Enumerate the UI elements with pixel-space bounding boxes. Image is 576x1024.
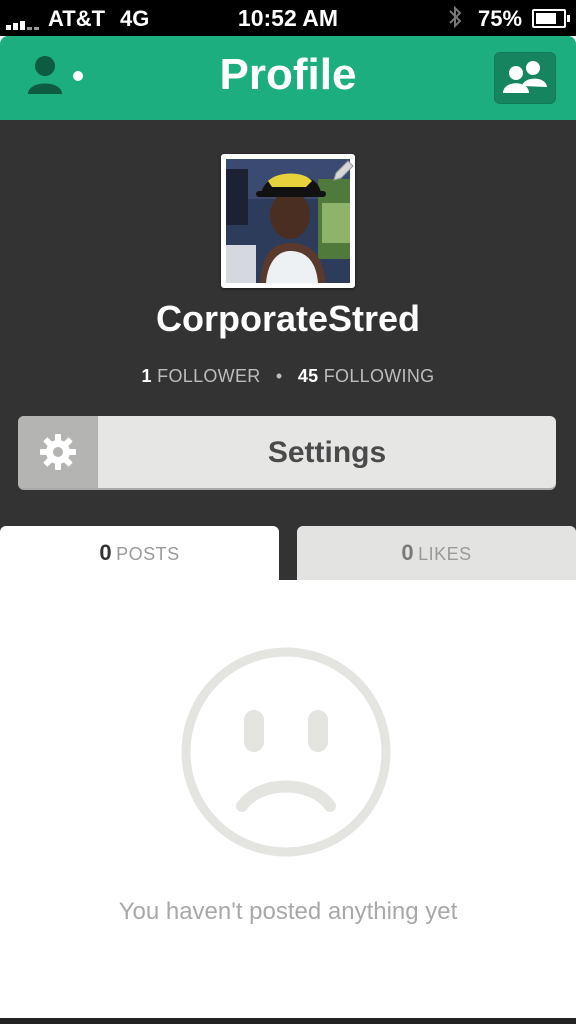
likes-count: 0 — [401, 540, 415, 565]
posts-label: POSTS — [116, 544, 180, 564]
likes-label: LIKES — [418, 544, 472, 564]
find-people-button[interactable] — [494, 52, 556, 104]
tab-posts[interactable]: 0 POSTS — [0, 526, 279, 580]
posts-count: 0 — [99, 540, 113, 565]
username: CorporateStred — [155, 298, 421, 339]
following-label: FOLLOWING — [323, 366, 435, 386]
sad-face-icon — [181, 647, 391, 857]
people-icon — [503, 61, 547, 93]
settings-icon-box — [18, 416, 98, 488]
posts-empty-state: You haven't posted anything yet — [0, 580, 576, 1018]
nav-bar: Profile — [0, 36, 576, 120]
battery-percentage: 75% — [478, 6, 523, 31]
battery-icon — [532, 9, 570, 28]
profile-header: CorporateStred 1 FOLLOWER • 45 FOLLOWING — [0, 120, 576, 580]
following-link[interactable]: 45 FOLLOWING — [298, 366, 435, 386]
follow-stats: 1 FOLLOWER • 45 FOLLOWING — [0, 366, 576, 387]
bluetooth-icon — [449, 5, 462, 29]
following-count: 45 — [297, 366, 319, 386]
edit-pencil-icon[interactable] — [330, 158, 356, 184]
followers-link[interactable]: 1 FOLLOWER — [142, 366, 261, 386]
status-bar: AT&T 4G 10:52 AM 75% — [0, 0, 576, 36]
followers-label: FOLLOWER — [157, 366, 261, 386]
tab-likes[interactable]: 0 LIKES — [297, 526, 576, 580]
page-title: Profile — [219, 50, 357, 99]
settings-label: Settings — [267, 436, 387, 469]
bottom-edge — [0, 1018, 576, 1024]
followers-count: 1 — [141, 366, 152, 386]
empty-message: You haven't posted anything yet — [118, 898, 458, 925]
separator-dot: • — [275, 366, 283, 386]
settings-button[interactable]: Settings — [18, 416, 556, 488]
gear-icon — [40, 434, 76, 470]
